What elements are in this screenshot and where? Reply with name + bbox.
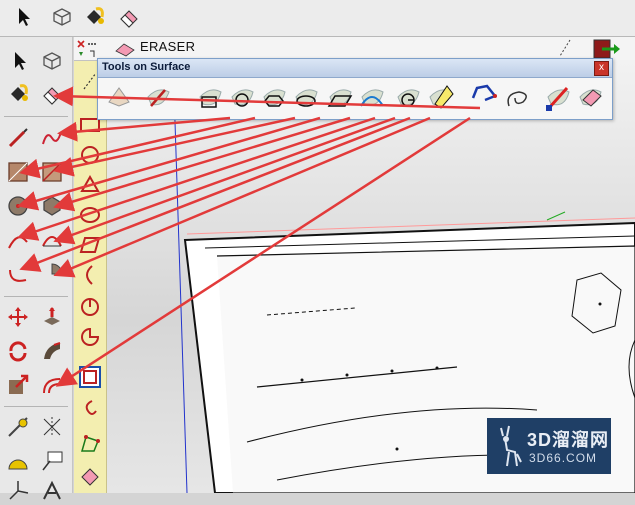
- pie-icon[interactable]: [38, 260, 66, 288]
- rectangle-tool-icon[interactable]: [194, 81, 226, 113]
- 3d-text-icon[interactable]: [38, 477, 66, 505]
- pencil-line-icon[interactable]: [4, 124, 32, 152]
- toolbar-separator: [4, 116, 68, 117]
- close-button[interactable]: x: [594, 61, 609, 76]
- text-icon[interactable]: [38, 447, 66, 475]
- eraser-icon[interactable]: [38, 80, 66, 108]
- select-arrow-icon[interactable]: [10, 3, 38, 31]
- select-arrow-icon[interactable]: [6, 47, 34, 75]
- toolbar-separator: [4, 296, 68, 297]
- rotate-icon[interactable]: [4, 337, 32, 365]
- ellipse-icon[interactable]: [76, 201, 104, 229]
- panel-tool-row: [98, 78, 612, 118]
- move-icon[interactable]: [4, 303, 32, 331]
- erase-tool-icon[interactable]: [104, 81, 136, 113]
- freehand-tool-icon[interactable]: [502, 81, 534, 113]
- eraser-icon[interactable]: [76, 461, 104, 489]
- polygon-tool-icon[interactable]: [258, 81, 290, 113]
- circle-tool-icon[interactable]: [226, 81, 258, 113]
- circle-icon[interactable]: [4, 192, 32, 220]
- eraser-label: ERASER: [140, 39, 196, 54]
- polyline-tool-icon[interactable]: [468, 81, 500, 113]
- pie-sector-icon[interactable]: [76, 323, 104, 351]
- push-pull-icon[interactable]: [38, 303, 66, 331]
- protractor-icon[interactable]: [4, 447, 32, 475]
- watermark-badge: 3D溜溜网 3D66.COM: [487, 418, 611, 474]
- panel-title: Tools on Surface: [102, 61, 191, 73]
- dimension-icon[interactable]: [38, 413, 66, 441]
- circle-icon[interactable]: [76, 141, 104, 169]
- offset-square-icon[interactable]: [76, 363, 104, 391]
- polygon-icon[interactable]: [76, 171, 104, 199]
- scale-icon[interactable]: [4, 371, 32, 399]
- eraser-icon: [115, 43, 135, 57]
- dashed-divider-icon: [559, 39, 571, 57]
- freehand-icon[interactable]: [38, 124, 66, 152]
- pie-tool-icon[interactable]: [392, 81, 424, 113]
- parallelogram-tool-icon[interactable]: [324, 81, 356, 113]
- two-point-arc-icon[interactable]: [38, 226, 66, 254]
- watermark-title: 3D溜溜网: [527, 430, 610, 450]
- freehand-icon[interactable]: [76, 393, 104, 421]
- arc-tool-icon[interactable]: [356, 81, 388, 113]
- component-box-icon[interactable]: [48, 3, 76, 31]
- paint-bucket-icon[interactable]: [4, 80, 32, 108]
- tools-on-surface-panel: Tools on Surface x: [97, 58, 613, 120]
- arc-icon[interactable]: [4, 226, 32, 254]
- watermark-url: 3D66.COM: [529, 451, 598, 465]
- ellipse-tool-icon[interactable]: [290, 81, 322, 113]
- exit-icon[interactable]: [592, 38, 622, 60]
- toolbar-separator: [4, 406, 68, 407]
- pie-icon[interactable]: [76, 293, 104, 321]
- parallelogram-icon[interactable]: [76, 231, 104, 259]
- polyline-icon[interactable]: [76, 429, 104, 457]
- arc-icon[interactable]: [76, 261, 104, 289]
- generate-faces-tool-icon[interactable]: [542, 81, 574, 113]
- rectangle-icon[interactable]: [4, 158, 32, 186]
- eraser-tool-icon[interactable]: [574, 81, 606, 113]
- left-toolbar: [0, 37, 73, 500]
- top-toolbar: [0, 0, 635, 37]
- rotated-rectangle-icon[interactable]: [38, 158, 66, 186]
- tape-measure-icon[interactable]: [4, 413, 32, 441]
- polygon-icon[interactable]: [38, 192, 66, 220]
- offset-tool-icon[interactable]: [424, 81, 456, 113]
- panel-title-bar[interactable]: Tools on Surface x: [98, 59, 612, 78]
- paint-bucket-icon[interactable]: [80, 3, 108, 31]
- eraser-icon[interactable]: [115, 3, 143, 31]
- follow-me-icon[interactable]: [38, 337, 66, 365]
- three-point-arc-icon[interactable]: [4, 260, 32, 288]
- close-icon[interactable]: [76, 39, 98, 59]
- axes-icon[interactable]: [4, 477, 32, 505]
- deer-logo-icon: [500, 425, 522, 467]
- line-tool-icon[interactable]: [142, 81, 174, 113]
- component-box-icon[interactable]: [38, 47, 66, 75]
- offset-icon[interactable]: [38, 371, 66, 399]
